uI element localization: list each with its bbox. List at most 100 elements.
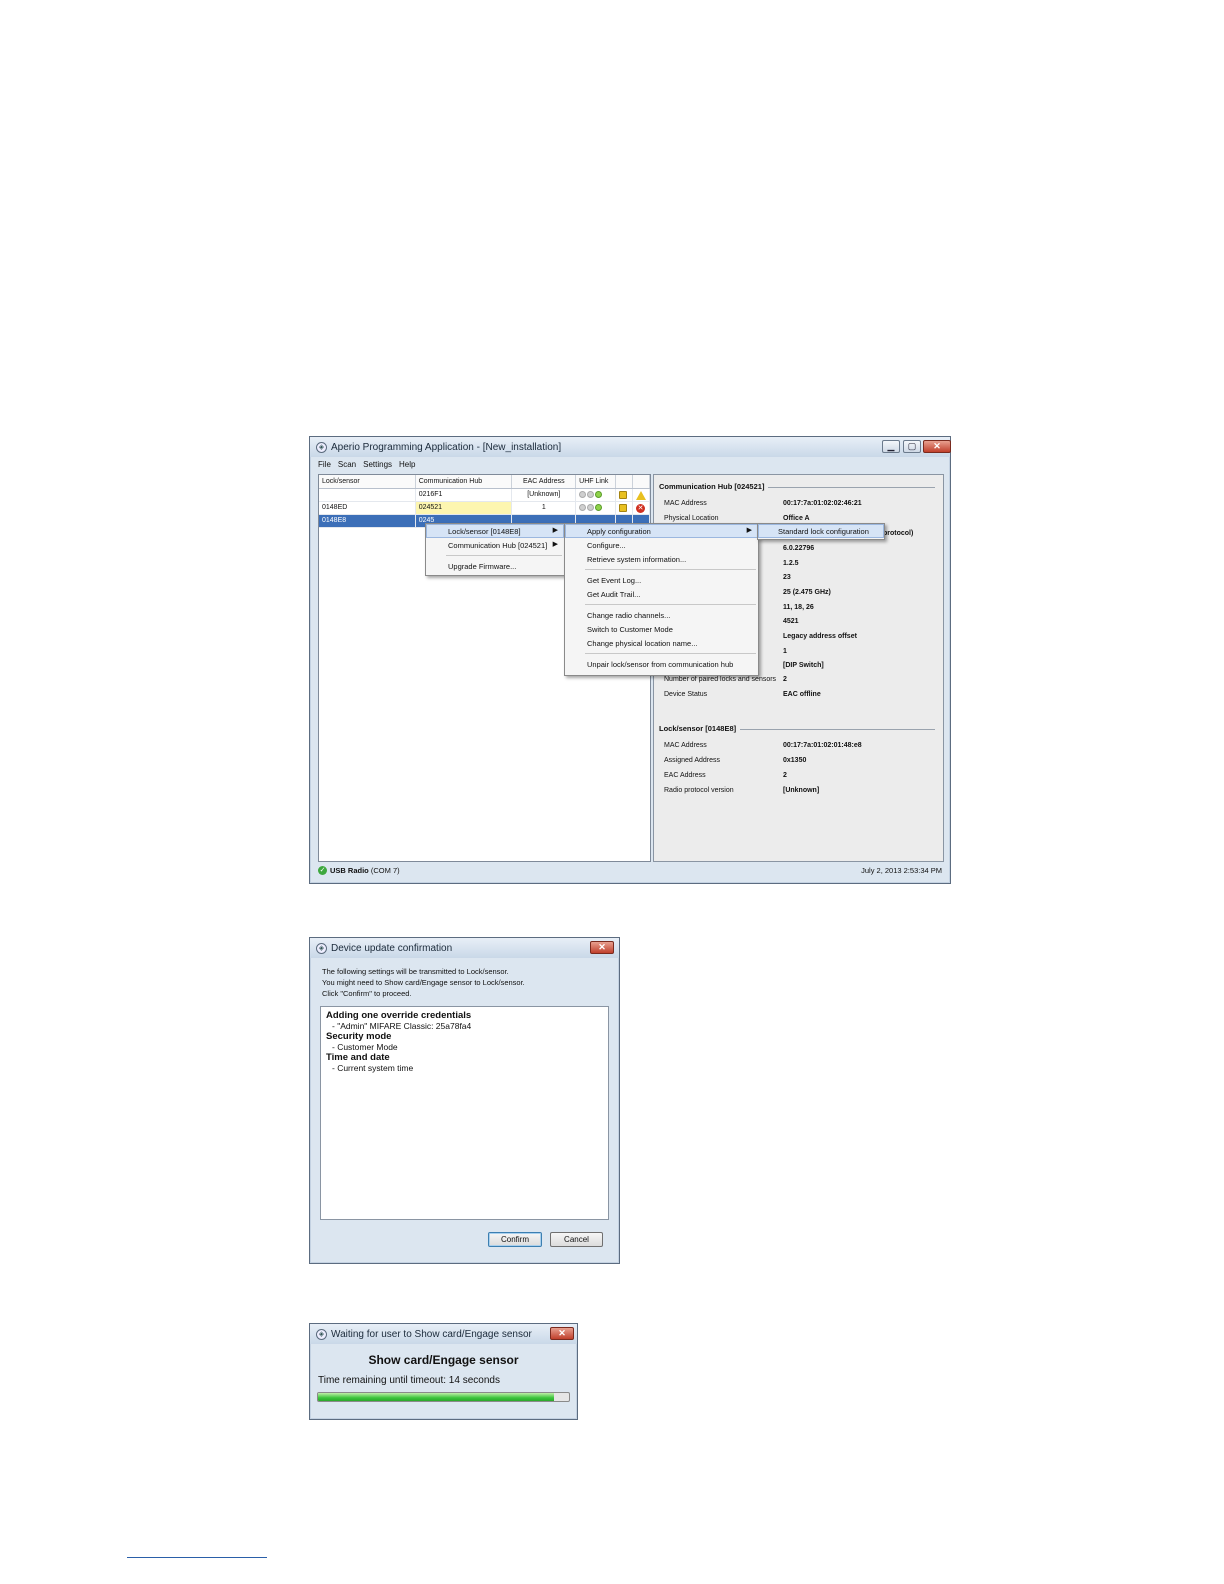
hub-value: 1.2.5 xyxy=(783,560,799,567)
lock-eac-label: EAC Address xyxy=(664,772,706,779)
led-on-icon xyxy=(595,504,603,511)
submenu-arrow-icon: ▶ xyxy=(552,527,558,534)
led-off-icon xyxy=(587,504,595,511)
menu-item-apply-configuration[interactable]: Apply configuration ▶ xyxy=(565,524,758,538)
table-row[interactable]: 0148ED 024521 1 ✕ xyxy=(319,502,650,515)
cell-lock-status xyxy=(616,489,634,501)
table-header: Lock/sensor Communication Hub EAC Addres… xyxy=(319,475,650,489)
error-icon: ✕ xyxy=(636,504,646,513)
menu-separator xyxy=(585,569,756,570)
hub-value: 23 xyxy=(783,574,791,581)
dialog-intro-line: Click "Confirm" to proceed. xyxy=(322,989,412,998)
menu-settings[interactable]: Settings xyxy=(363,460,392,469)
hub-protocol-value: protocol) xyxy=(883,530,914,537)
submenu-arrow-icon: ▶ xyxy=(552,541,558,548)
app-icon: ◈ xyxy=(316,942,327,954)
menu-item-standard-lock-configuration[interactable]: Standard lock configuration xyxy=(758,524,884,538)
settings-summary-box[interactable]: Adding one override credentials - "Admin… xyxy=(320,1006,609,1220)
hub-value: 6.0.22796 xyxy=(783,545,815,552)
maximize-button[interactable]: ▢ xyxy=(903,440,921,453)
setting-heading: Adding one override credentials xyxy=(326,1010,472,1021)
connection-port: (COM 7) xyxy=(370,866,400,875)
waiting-heading: Show card/Engage sensor xyxy=(368,1353,519,1367)
column-header-uhf[interactable]: UHF Link xyxy=(576,475,617,488)
lock-icon xyxy=(619,504,628,512)
menu-item-unpair[interactable]: Unpair lock/sensor from communication hu… xyxy=(565,657,758,671)
column-header-hub[interactable]: Communication Hub xyxy=(416,475,513,488)
lock-sensor-submenu: Apply configuration ▶ Configure... Retrie… xyxy=(564,523,759,676)
hub-value: 25 (2.475 GHz) xyxy=(783,589,831,596)
menu-bar: File Scan Settings Help xyxy=(314,457,415,471)
dialog-intro-line: The following settings will be transmitt… xyxy=(322,967,509,976)
menu-item-change-location-name[interactable]: Change physical location name... xyxy=(565,636,758,650)
app-icon: ◈ xyxy=(316,1328,327,1340)
timeout-value: 14 seconds xyxy=(448,1375,500,1386)
uhf-link-indicator xyxy=(576,502,617,514)
dialog-intro-line: You might need to Show card/Engage senso… xyxy=(322,978,525,987)
cell-lock: 0148ED xyxy=(319,502,416,514)
cell-eac: 1 xyxy=(512,502,577,514)
setting-item: - Current system time xyxy=(332,1063,414,1073)
menu-separator xyxy=(585,604,756,605)
menu-item-label: Apply configuration xyxy=(587,527,651,536)
warning-icon xyxy=(636,491,647,500)
menu-scan[interactable]: Scan xyxy=(338,460,356,469)
menu-item-get-event-log[interactable]: Get Event Log... xyxy=(565,573,758,587)
lock-section-title: Lock/sensor [0148E8] xyxy=(659,724,741,733)
menu-help[interactable]: Help xyxy=(399,460,415,469)
progress-fill xyxy=(318,1393,554,1401)
status-bar: ✓ USB Radio (COM 7) July 2, 2013 2:53:34… xyxy=(318,863,944,878)
cell-lock xyxy=(319,489,416,501)
menu-item-communication-hub[interactable]: Communication Hub [024521] ▶ xyxy=(426,538,564,552)
menu-item-lock-sensor[interactable]: Lock/sensor [0148E8] ▶ xyxy=(426,524,564,538)
hub-paired-row: Number of paired locks and sensors 2 xyxy=(664,676,934,683)
hub-status-value: EAC offline xyxy=(783,691,821,698)
hub-mac-label: MAC Address xyxy=(664,500,707,507)
close-button[interactable]: ✕ xyxy=(550,1327,574,1340)
connected-icon: ✓ xyxy=(318,866,327,875)
menu-item-switch-customer-mode[interactable]: Switch to Customer Mode xyxy=(565,622,758,636)
menu-item-get-audit-trail[interactable]: Get Audit Trail... xyxy=(565,587,758,601)
lock-protocol-value: [Unknown] xyxy=(783,787,820,794)
hub-value: [DIP Switch] xyxy=(783,662,824,669)
column-header-lock-status[interactable] xyxy=(616,475,634,488)
lock-eac-value: 2 xyxy=(783,772,787,779)
cell-lock-status xyxy=(616,502,634,514)
menu-item-retrieve-system-info[interactable]: Retrieve system information... xyxy=(565,552,758,566)
menu-item-label: Lock/sensor [0148E8] xyxy=(448,527,521,536)
minimize-button[interactable]: ▁ xyxy=(882,440,900,453)
waiting-dialog-titlebar[interactable]: ◈ Waiting for user to Show card/Engage s… xyxy=(310,1324,577,1344)
menu-item-change-radio-channels[interactable]: Change radio channels... xyxy=(565,608,758,622)
column-header-lock[interactable]: Lock/sensor xyxy=(319,475,416,488)
waiting-dialog: ◈ Waiting for user to Show card/Engage s… xyxy=(309,1323,578,1420)
hub-paired-value: 2 xyxy=(783,676,787,683)
lock-mac-label: MAC Address xyxy=(664,742,707,749)
cell-alert: ✕ xyxy=(633,502,650,514)
lock-mac-value: 00:17:7a:01:02:01:48:e8 xyxy=(783,742,862,749)
setting-heading: Time and date xyxy=(326,1052,390,1063)
confirm-button[interactable]: Confirm xyxy=(488,1232,542,1247)
menu-item-configure[interactable]: Configure... xyxy=(565,538,758,552)
hub-location-value: Office A xyxy=(783,515,810,522)
app-icon: ◈ xyxy=(316,441,327,453)
led-off-icon xyxy=(579,504,587,511)
lock-assigned-label: Assigned Address xyxy=(664,757,721,764)
lock-mac-row: MAC Address 00:17:7a:01:02:01:48:e8 xyxy=(664,742,934,749)
menu-item-upgrade-firmware[interactable]: Upgrade Firmware... xyxy=(426,559,564,573)
menu-file[interactable]: File xyxy=(318,460,331,469)
menu-item-label: Communication Hub [024521] xyxy=(448,541,548,550)
cell-lock: 0148E8 xyxy=(319,515,416,527)
waiting-dialog-title: Waiting for user to Show card/Engage sen… xyxy=(331,1328,532,1340)
close-button[interactable]: ✕ xyxy=(923,440,951,453)
column-header-alert[interactable] xyxy=(633,475,650,488)
hub-value: 4521 xyxy=(783,618,799,625)
table-row[interactable]: 0216F1 [Unknown] xyxy=(319,489,650,502)
lock-protocol-label: Radio protocol version xyxy=(664,787,734,794)
main-titlebar[interactable]: ◈ Aperio Programming Application - [New_… xyxy=(310,437,950,457)
column-header-eac[interactable]: EAC Address xyxy=(512,475,577,488)
close-button[interactable]: ✕ xyxy=(590,941,614,954)
confirm-dialog-title: Device update confirmation xyxy=(331,942,453,954)
confirm-dialog-titlebar[interactable]: ◈ Device update confirmation xyxy=(310,938,619,958)
lock-eac-row: EAC Address 2 xyxy=(664,772,934,779)
cancel-button[interactable]: Cancel xyxy=(550,1232,603,1247)
